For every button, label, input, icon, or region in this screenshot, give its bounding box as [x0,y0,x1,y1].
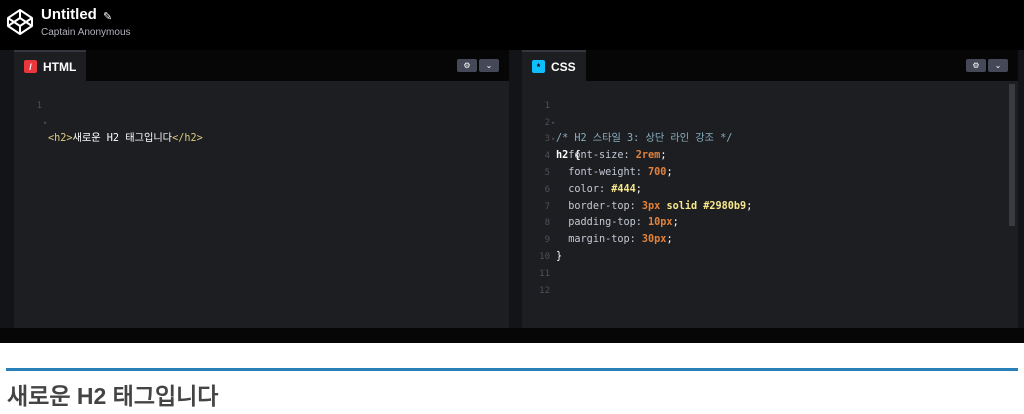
fold-arrow-icon[interactable]: ▾ [43,115,47,132]
css-file-icon: * [532,60,545,73]
editors-area: / HTML ⚙ ⌄ 1 ▾ <h2>새로운 H2 태그입니다</h2> * C… [0,50,1024,332]
css-editor-controls: ⚙ ⌄ [966,59,1008,72]
author-name: Captain Anonymous [41,27,131,38]
html-file-icon: / [24,60,37,73]
css-settings-gear-icon[interactable]: ⚙ [966,59,986,72]
code-text: <h2>새로운 H2 태그입니다</h2> [48,131,203,148]
preview-h2-border [6,368,1018,371]
top-bar: Untitled ✎ Captain Anonymous [0,0,1024,50]
html-editor-controls: ⚙ ⌄ [457,59,499,72]
tab-html[interactable]: / HTML [14,50,87,81]
html-code-area[interactable]: 1 ▾ <h2>새로운 H2 태그입니다</h2> [14,81,509,145]
css-collapse-chevron-down-icon[interactable]: ⌄ [988,59,1008,72]
code-line: 7 padding-top: 10px; [522,182,1018,229]
html-settings-gear-icon[interactable]: ⚙ [457,59,477,72]
codepen-logo-icon[interactable] [6,8,34,36]
resize-handle[interactable] [0,328,1024,343]
code-line: 1 ▾ /* H2 스타일 3: 상단 라인 강조 */ [522,81,1018,145]
html-editor-pane: / HTML ⚙ ⌄ 1 ▾ <h2>새로운 H2 태그입니다</h2> [14,50,509,328]
code-line: 6 border-top: 3px solid #2980b9; [522,165,1018,212]
code-line: 5 color: #444; [522,148,1018,195]
code-line: 8 margin-top: 30px; [522,199,1018,245]
code-line: 2 ▾ h2 { [522,98,1018,162]
pen-title[interactable]: Untitled [41,6,97,23]
tab-css-label: CSS [551,59,576,74]
css-editor-scrollbar[interactable] [1009,84,1015,226]
html-collapse-chevron-down-icon[interactable]: ⌄ [479,59,499,72]
html-text-content: 새로운 H2 태그입니다 [72,133,173,145]
code-line: 12 [522,266,1018,296]
code-line: 3 font-size: 2rem; [522,115,1018,161]
line-number: 12 [539,285,550,296]
css-tab-row: * CSS ⚙ ⌄ [522,50,1018,81]
tab-css[interactable]: * CSS [522,50,586,81]
html-tab-row: / HTML ⚙ ⌄ [14,50,509,81]
code-line: 11 [522,249,1018,279]
line-number: 1 [36,100,42,111]
code-line: 10 [522,232,1018,262]
css-editor-pane: * CSS ⚙ ⌄ 1 ▾ /* H2 스타일 3: 상단 라인 강조 */ 2… [522,50,1018,328]
code-line: 1 ▾ <h2>새로운 H2 태그입니다</h2> [14,81,509,145]
preview-pane: 새로운 H2 태그입니다 [0,343,1024,414]
code-line: 9 } [522,215,1018,262]
preview-h2-heading: 새로운 H2 태그입니다 [7,383,219,409]
html-close-tag: </h2> [172,133,203,145]
html-open-tag: <h2> [48,133,73,145]
tab-html-label: HTML [43,59,77,74]
css-code-area[interactable]: 1 ▾ /* H2 스타일 3: 상단 라인 강조 */ 2 ▾ h2 { 3 … [522,81,1018,296]
edit-title-pencil-icon[interactable]: ✎ [103,10,112,23]
code-line: 4 font-weight: 700; [522,131,1018,178]
